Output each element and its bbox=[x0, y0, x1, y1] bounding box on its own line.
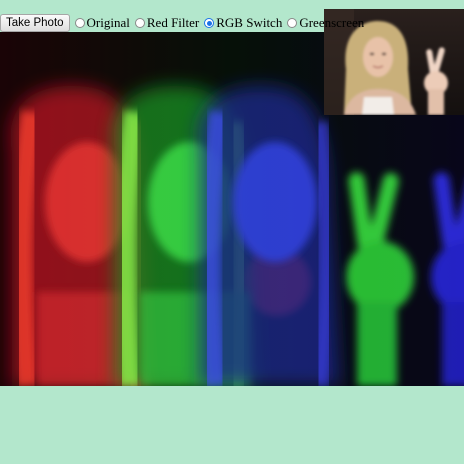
take-photo-button[interactable]: Take Photo bbox=[0, 14, 70, 32]
radio-original[interactable] bbox=[74, 18, 85, 28]
filter-label-greenscreen: Greenscreen bbox=[299, 15, 365, 30]
filter-option-red-filter[interactable]: Red Filter bbox=[134, 15, 200, 31]
filter-option-greenscreen[interactable]: Greenscreen bbox=[287, 15, 364, 31]
radio-rgb-switch[interactable] bbox=[204, 18, 215, 28]
radio-red-filter[interactable] bbox=[134, 18, 145, 28]
filter-label-rgb-switch: RGB Switch bbox=[216, 15, 283, 30]
radio-greenscreen[interactable] bbox=[287, 18, 298, 28]
controls-bar: Take Photo Original Red Filter RGB Switc… bbox=[0, 14, 369, 32]
filter-label-original: Original bbox=[86, 15, 130, 30]
photo-booth-page: Take Photo Original Red Filter RGB Switc… bbox=[0, 0, 464, 464]
filter-option-rgb-switch[interactable]: RGB Switch bbox=[204, 15, 282, 31]
filter-label-red-filter: Red Filter bbox=[146, 15, 200, 30]
filter-option-original[interactable]: Original bbox=[74, 15, 130, 31]
